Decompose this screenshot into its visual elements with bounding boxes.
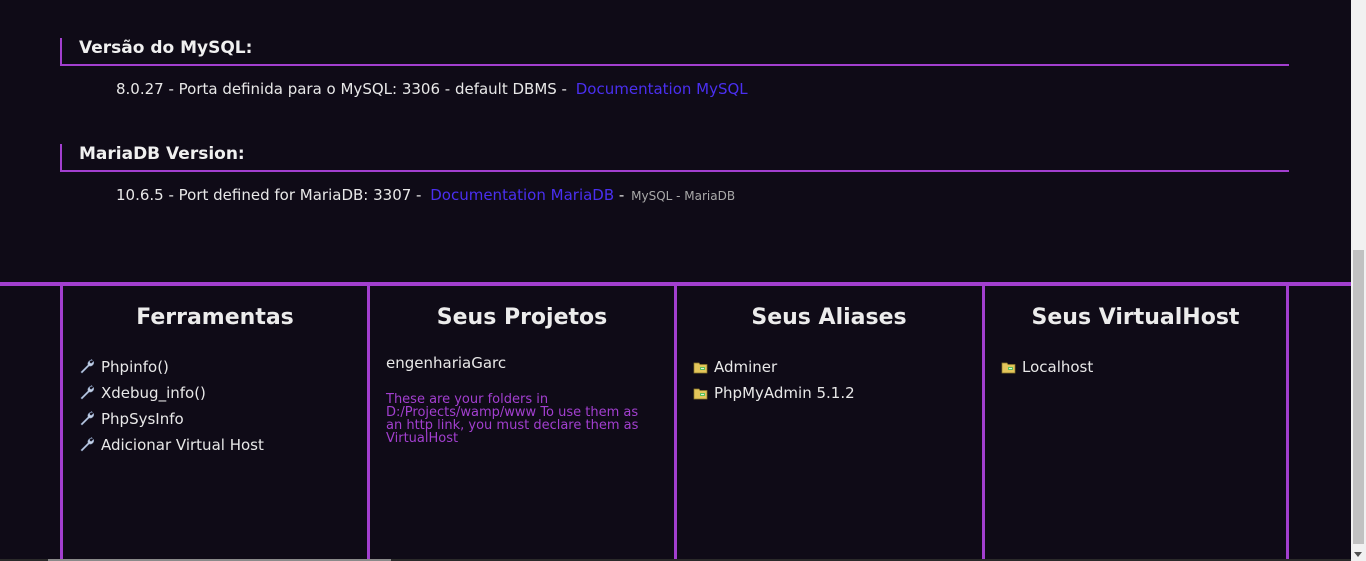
tools-list: Phpinfo() Xdebug_info() PhpSysInfo Adici… [63,354,367,458]
aliases-list: Adminer PhpMyAdmin 5.1.2 [677,354,981,406]
tool-item-label: Xdebug_info() [101,384,206,402]
tool-item-label: Phpinfo() [101,358,169,376]
alias-item-label: Adminer [714,358,778,376]
mysql-mariadb-note-link[interactable]: MySQL - MariaDB [631,189,735,203]
mysql-version-line: 8.0.27 - Porta definida para o MySQL: 33… [116,80,748,98]
mariadb-separator: - [618,186,625,204]
wampserver-homepage: Versão do MySQL: 8.0.27 - Porta definida… [0,0,1366,561]
tool-item-label: Adicionar Virtual Host [101,436,264,454]
tool-item-phpsysinfo[interactable]: PhpSysInfo [79,406,367,432]
tools-title: Ferramentas [136,305,294,330]
mysql-version-heading: Versão do MySQL: [60,38,1289,66]
mysql-version-info: 8.0.27 - Porta definida para o MySQL: 33… [116,80,572,98]
tools-column: Ferramentas Phpinfo() Xdebug_info() PhpS… [60,286,367,561]
folder-icon [1001,360,1016,374]
projects-note: These are your folders in D:/Projects/wa… [386,392,639,446]
aliases-title: Seus Aliases [751,305,907,330]
aliases-column: Seus Aliases Adminer PhpMyAdmin 5.1.2 [674,286,981,561]
mariadb-version-line: 10.6.5 - Port defined for MariaDB: 3307 … [116,186,735,204]
tool-item-phpinfo[interactable]: Phpinfo() [79,354,367,380]
wrench-icon [79,437,95,453]
wrench-icon [79,359,95,375]
mysql-documentation-link[interactable]: Documentation MySQL [576,80,748,98]
mariadb-version-heading: MariaDB Version: [60,144,1289,172]
scrollbar-thumb[interactable] [1353,250,1364,544]
mariadb-documentation-link[interactable]: Documentation MariaDB [430,186,614,204]
vertical-scrollbar[interactable] [1351,0,1366,561]
folder-icon [693,360,708,374]
scroll-down-arrow-icon[interactable] [1354,552,1362,557]
alias-item-adminer[interactable]: Adminer [693,354,981,380]
projects-title: Seus Projetos [436,305,608,330]
virtualhosts-list: Localhost [985,354,1286,380]
wrench-icon [79,411,95,427]
folder-icon [693,386,708,400]
alias-item-label: PhpMyAdmin 5.1.2 [714,384,855,402]
tool-item-add-virtual-host[interactable]: Adicionar Virtual Host [79,432,367,458]
tool-item-label: PhpSysInfo [101,410,184,428]
alias-item-phpmyadmin[interactable]: PhpMyAdmin 5.1.2 [693,380,981,406]
project-item[interactable]: engenhariaGarc [370,354,674,372]
virtualhosts-title: Seus VirtualHost [1031,305,1240,330]
virtualhosts-column: Seus VirtualHost Localhost [982,286,1289,561]
tool-item-xdebug[interactable]: Xdebug_info() [79,380,367,406]
projects-column: Seus Projetos engenhariaGarc These are y… [367,286,674,561]
mariadb-version-info: 10.6.5 - Port defined for MariaDB: 3307 … [116,186,427,204]
virtualhost-item-localhost[interactable]: Localhost [1001,354,1286,380]
virtualhost-item-label: Localhost [1022,358,1094,376]
wrench-icon [79,385,95,401]
